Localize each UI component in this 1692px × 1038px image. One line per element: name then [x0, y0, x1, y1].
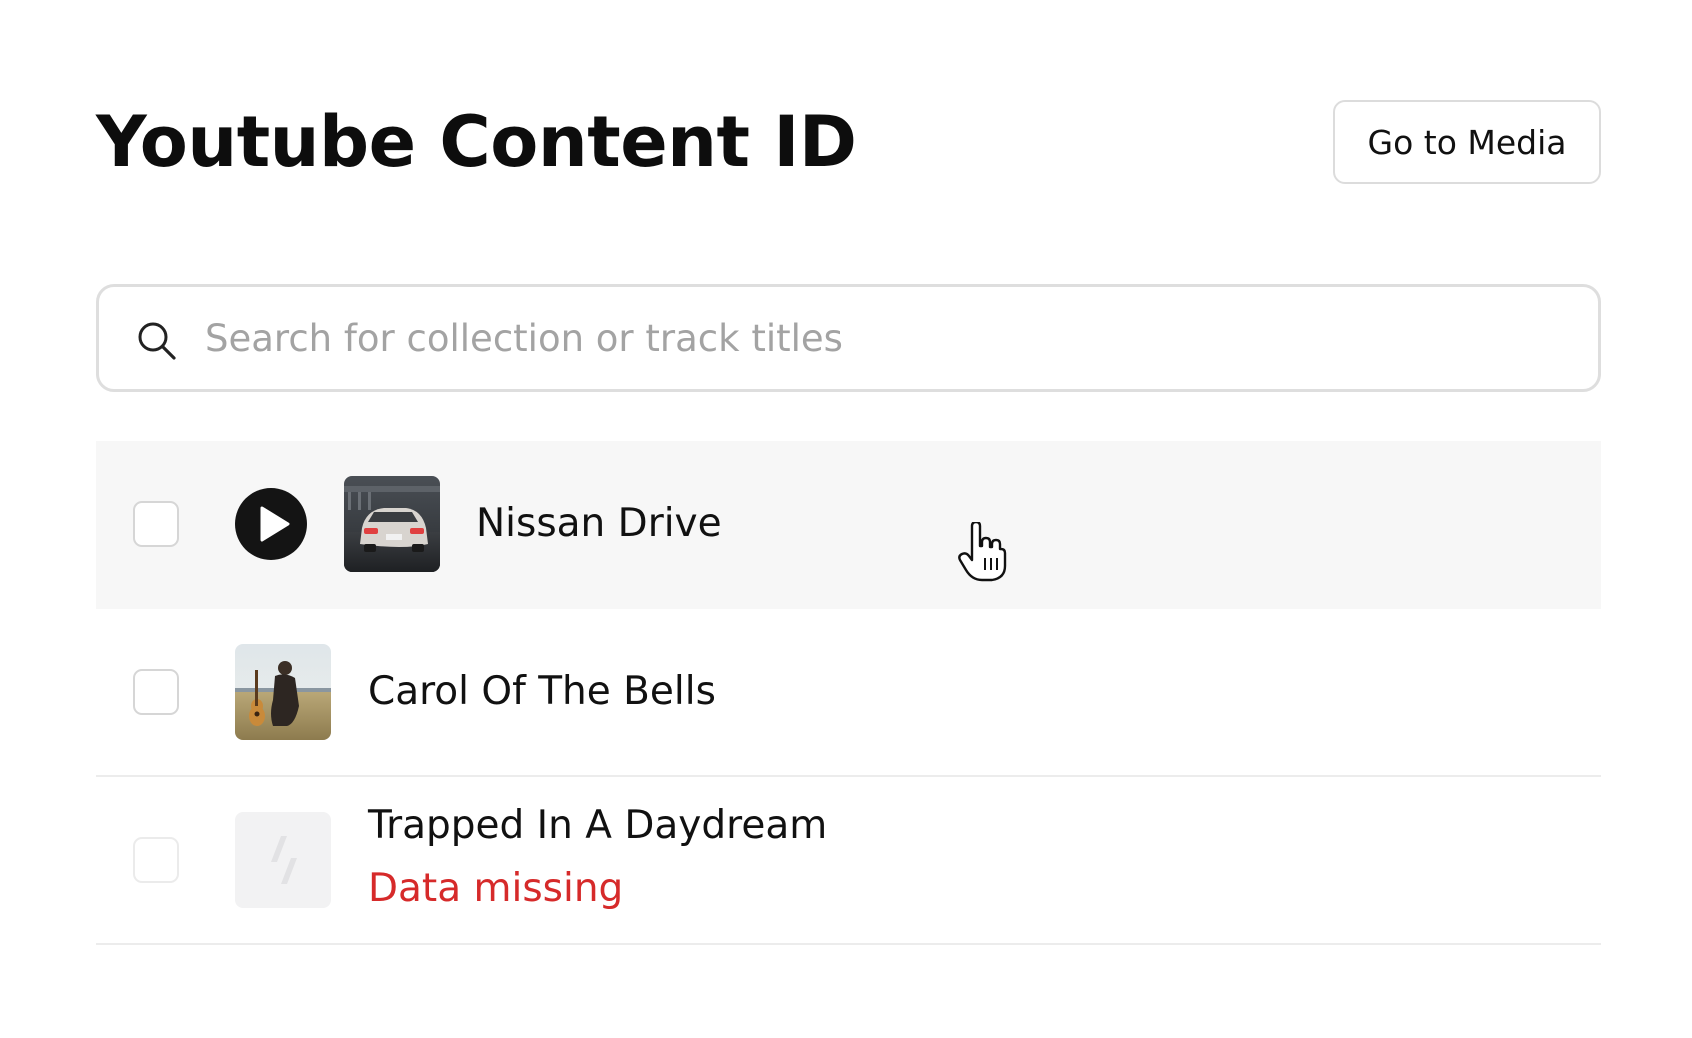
track-list: Nissan Drive Carol Of The Bells Trapped …	[96, 441, 1601, 945]
page-title: Youtube Content ID	[96, 101, 857, 183]
search-input[interactable]	[205, 305, 1565, 371]
play-button[interactable]	[235, 488, 307, 560]
search-bar[interactable]	[96, 284, 1601, 392]
track-title: Nissan Drive	[476, 501, 722, 546]
search-icon	[138, 322, 176, 360]
track-row[interactable]: Nissan Drive	[96, 441, 1601, 609]
track-checkbox[interactable]	[133, 837, 179, 883]
track-title: Trapped In A Daydream	[368, 803, 828, 848]
play-icon	[260, 506, 290, 542]
header: Youtube Content ID Go to Media	[96, 100, 1601, 184]
track-checkbox[interactable]	[133, 669, 179, 715]
car-thumbnail	[344, 476, 440, 572]
guitarist-thumbnail	[235, 644, 331, 740]
placeholder-slash-icon	[235, 812, 331, 908]
track-checkbox[interactable]	[133, 501, 179, 547]
track-title: Carol Of The Bells	[368, 669, 716, 714]
track-row[interactable]: Trapped In A Daydream Data missing	[96, 777, 1601, 945]
track-row[interactable]: Carol Of The Bells	[96, 609, 1601, 777]
go-to-media-button[interactable]: Go to Media	[1333, 100, 1601, 184]
data-missing-status: Data missing	[368, 866, 624, 911]
